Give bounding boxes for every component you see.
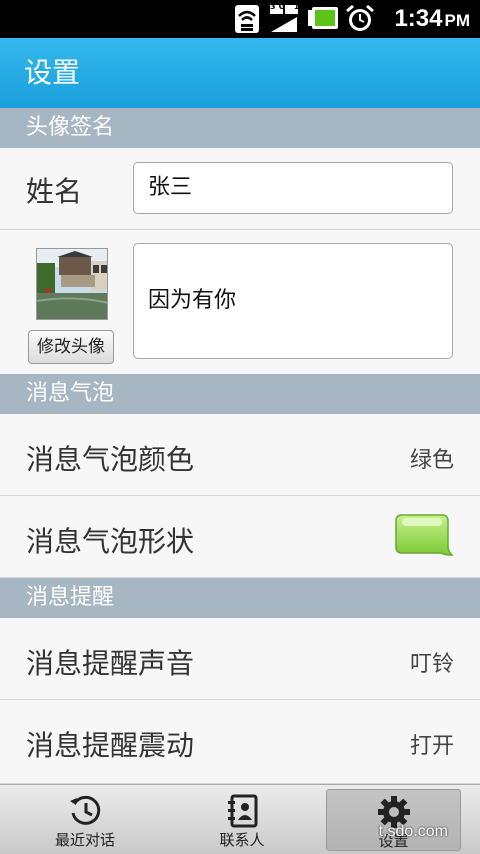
section-header-avatar-signature: 头像签名 [0, 108, 480, 148]
tab-settings[interactable]: 设置 [326, 789, 461, 851]
reminder-sound-label: 消息提醒声音 [26, 647, 195, 680]
reminder-vibrate-row[interactable]: 消息提醒震动 打开 [0, 700, 480, 784]
wifi-icon [235, 5, 259, 33]
page-title: 设置 [24, 56, 81, 89]
bottom-tab-bar: 最近对话 联系人 设置 t.sdo.com [0, 784, 480, 854]
tab-contacts[interactable]: 联系人 [162, 785, 322, 854]
bubble-shape-label: 消息气泡形状 [26, 525, 195, 558]
reminder-vibrate-label: 消息提醒震动 [26, 729, 195, 762]
status-bar: 3G 1X 1:34 PM [0, 0, 480, 38]
bubble-color-value: 绿色 [409, 448, 454, 473]
avatar-image[interactable] [36, 248, 108, 320]
chat-bubble-icon[interactable] [394, 513, 454, 559]
history-icon [70, 795, 101, 825]
tab-recent-chats-label: 最近对话 [54, 831, 115, 849]
network-type-label: 3G 1X [270, 2, 312, 11]
change-avatar-button[interactable]: 修改头像 [28, 330, 114, 364]
contacts-book-icon [228, 794, 258, 828]
name-label: 姓名 [26, 175, 83, 208]
signature-input[interactable]: 因为有你 [133, 243, 453, 359]
bubble-color-label: 消息气泡颜色 [26, 443, 195, 476]
tab-recent-chats[interactable]: 最近对话 [5, 785, 165, 854]
reminder-sound-row[interactable]: 消息提醒声音 叮铃 [0, 618, 480, 700]
name-row: 姓名 张三 [0, 148, 480, 230]
section-header-bubble: 消息气泡 [0, 374, 480, 414]
section-header-reminder: 消息提醒 [0, 578, 480, 618]
watermark: t.sdo.com [378, 823, 448, 840]
clock-ampm: PM [444, 11, 471, 30]
bubble-color-row[interactable]: 消息气泡颜色 绿色 [0, 414, 480, 496]
status-time: 1:34 PM [394, 3, 470, 37]
title-bar: 设置 [0, 38, 480, 108]
reminder-sound-value: 叮铃 [409, 652, 454, 677]
reminder-vibrate-value: 打开 [409, 734, 454, 759]
battery-icon [308, 7, 338, 29]
tab-contacts-label: 联系人 [219, 831, 265, 849]
name-input[interactable]: 张三 [133, 162, 453, 214]
clock-time: 1:34 [394, 5, 443, 32]
alarm-clock-icon [346, 4, 374, 31]
